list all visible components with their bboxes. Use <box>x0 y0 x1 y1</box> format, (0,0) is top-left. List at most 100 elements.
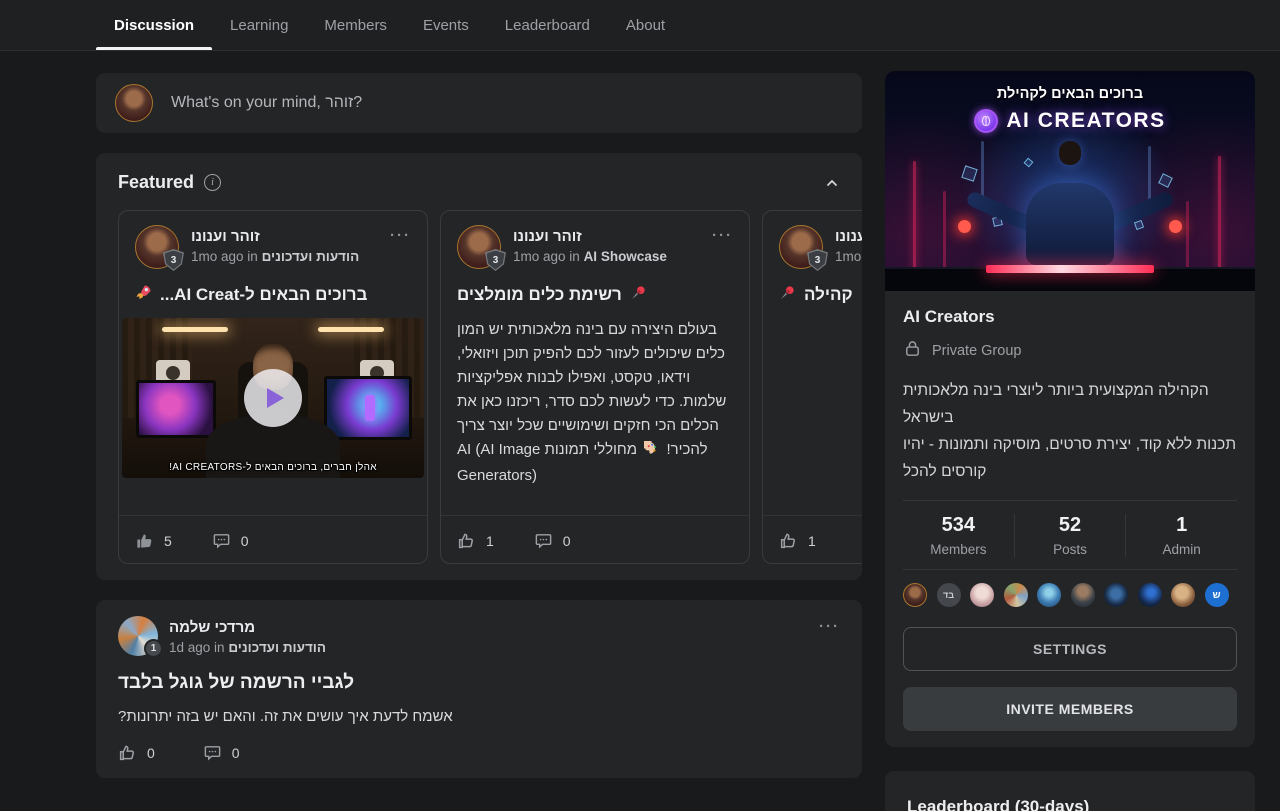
info-icon[interactable]: i <box>204 174 221 191</box>
post-title: רשימת כלים מומלצים <box>441 284 749 306</box>
tab-learning[interactable]: Learning <box>212 0 306 50</box>
comment-count: 0 <box>232 745 240 761</box>
member-avatar[interactable]: בד <box>937 583 961 607</box>
post-excerpt: למעלה ? היכנס ל עמוד התכנים שיש קבל תשוב… <box>763 318 862 493</box>
pushpin-icon <box>779 284 796 306</box>
author-avatar[interactable]: 3 <box>457 225 501 269</box>
monitor-left <box>136 380 216 438</box>
post-meta: 1mo <box>835 249 862 264</box>
featured-card-welcome[interactable]: 3 זוהר וענונו 1mo ago in הודעות ועדכונים… <box>118 210 428 564</box>
level-badge: 1 <box>144 639 163 658</box>
more-menu-icon[interactable]: ··· <box>712 225 733 244</box>
category-link[interactable]: הודעות ועדכונים <box>228 640 326 655</box>
featured-card-tools[interactable]: 3 זוהר וענונו 1mo ago in AI Showcase ···… <box>440 210 750 564</box>
comment-icon[interactable] <box>203 743 222 762</box>
featured-cards-row: 3 זוהר וענונו 1mo ago in הודעות ועדכונים… <box>118 210 862 564</box>
video-caption: אהלן חברים, ברוכים הבאים ל-AI CREATORS! <box>122 462 424 473</box>
main-column: What's on your mind, זוהר? Featured i 3 <box>96 73 862 778</box>
stat-members[interactable]: 534 Members <box>903 514 1014 557</box>
invite-members-button[interactable]: INVITE MEMBERS <box>903 687 1237 731</box>
member-avatar[interactable] <box>970 583 994 607</box>
author-avatar[interactable]: 1 <box>118 616 158 656</box>
figure-hand <box>958 220 971 233</box>
group-description: הקהילה המקצועית ביותר ליוצרי בינה מלאכות… <box>903 377 1237 485</box>
leaderboard-title: Leaderboard (30-days) <box>907 797 1233 811</box>
figure-torso <box>1026 183 1114 265</box>
post-title[interactable]: לגביי הרשמה של גוגל בלבד <box>118 672 840 694</box>
top-nav: Discussion Learning Members Events Leade… <box>0 0 1280 51</box>
stat-admins[interactable]: 1 Admin <box>1125 514 1237 557</box>
level-badge: 3 <box>163 249 184 271</box>
tab-events[interactable]: Events <box>405 0 487 50</box>
level-badge: 3 <box>485 249 506 271</box>
like-icon[interactable] <box>779 531 798 550</box>
brain-icon <box>974 109 998 133</box>
chevron-up-icon[interactable] <box>824 175 840 191</box>
post-google-signup[interactable]: 1 מרדכי שלמה 1d ago in הודעות ועדכונים ·… <box>96 600 862 778</box>
glowing-keyboard <box>986 265 1154 273</box>
post-composer[interactable]: What's on your mind, זוהר? <box>96 73 862 133</box>
member-avatar[interactable] <box>1071 583 1095 607</box>
member-avatar[interactable] <box>1104 583 1128 607</box>
member-avatar[interactable]: ש <box>1205 583 1229 607</box>
author-name[interactable]: זוהר וענונו <box>835 228 862 245</box>
stat-posts[interactable]: 52 Posts <box>1014 514 1126 557</box>
author-name[interactable]: מרדכי שלמה <box>169 619 326 636</box>
member-avatar[interactable] <box>903 583 927 607</box>
palette-icon <box>644 440 659 464</box>
featured-header: Featured i <box>96 153 862 210</box>
cover-subtitle: ברוכים הבאים לקהילת <box>885 86 1255 102</box>
level-badge: 3 <box>807 249 828 271</box>
featured-section: Featured i 3 זוהר וענונו 1mo ago in ה <box>96 153 862 580</box>
group-cover-image[interactable]: ברוכים הבאים לקהילת AI CREATORS <box>885 71 1255 291</box>
like-icon[interactable] <box>118 743 137 762</box>
monitor-right <box>324 376 412 440</box>
user-avatar[interactable] <box>115 84 153 122</box>
category-link[interactable]: AI Showcase <box>584 249 667 264</box>
figure-hand <box>1169 220 1182 233</box>
tab-about[interactable]: About <box>608 0 683 50</box>
settings-button[interactable]: SETTINGS <box>903 627 1237 671</box>
more-menu-icon[interactable]: ··· <box>390 225 411 244</box>
lock-icon <box>903 339 922 362</box>
like-count: 5 <box>164 533 172 549</box>
category-link[interactable]: הודעות ועדכונים <box>262 249 360 264</box>
featured-title: Featured <box>118 172 194 193</box>
comment-count: 0 <box>241 533 249 549</box>
tab-members[interactable]: Members <box>306 0 405 50</box>
author-avatar[interactable]: 3 <box>779 225 823 269</box>
member-avatar[interactable] <box>1037 583 1061 607</box>
comment-icon[interactable] <box>534 531 553 550</box>
composer-placeholder: What's on your mind, זוהר? <box>171 94 362 112</box>
like-count: 1 <box>486 533 494 549</box>
author-name[interactable]: זוהר וענונו <box>191 228 359 245</box>
group-stats: 534 Members 52 Posts 1 Admin <box>903 501 1237 569</box>
member-avatar[interactable] <box>1138 583 1162 607</box>
like-icon-filled[interactable] <box>135 531 154 550</box>
sidebar: ברוכים הבאים לקהילת AI CREATORS AI Creat… <box>885 71 1255 811</box>
member-avatar[interactable] <box>1004 583 1028 607</box>
tab-leaderboard[interactable]: Leaderboard <box>487 0 608 50</box>
divider <box>903 569 1237 570</box>
group-card: ברוכים הבאים לקהילת AI CREATORS AI Creat… <box>885 71 1255 747</box>
featured-card-community[interactable]: 3 זוהר וענונו 1mo קהילה <box>762 210 862 564</box>
tab-discussion[interactable]: Discussion <box>96 0 212 50</box>
privacy-label: Private Group <box>932 343 1021 359</box>
studio-light <box>162 327 228 332</box>
post-title: קהילה <box>763 284 862 306</box>
like-icon[interactable] <box>457 531 476 550</box>
comment-icon[interactable] <box>212 531 231 550</box>
member-avatar[interactable] <box>1171 583 1195 607</box>
group-name: AI Creators <box>903 307 1237 327</box>
figure-head <box>1059 141 1081 165</box>
pushpin-icon <box>630 284 647 306</box>
author-name[interactable]: זוהר וענונו <box>513 228 667 245</box>
member-avatars: בד ש <box>903 583 1237 607</box>
page: Discussion Learning Members Events Leade… <box>0 0 1280 811</box>
author-avatar[interactable]: 3 <box>135 225 179 269</box>
post-meta: 1mo ago in הודעות ועדכונים <box>191 249 359 264</box>
video-thumbnail[interactable]: אהלן חברים, ברוכים הבאים ל-AI CREATORS! <box>122 318 424 478</box>
play-button-icon[interactable] <box>244 369 302 427</box>
more-menu-icon[interactable]: ··· <box>819 616 840 635</box>
leaderboard-card: Leaderboard (30-days) <box>885 771 1255 811</box>
